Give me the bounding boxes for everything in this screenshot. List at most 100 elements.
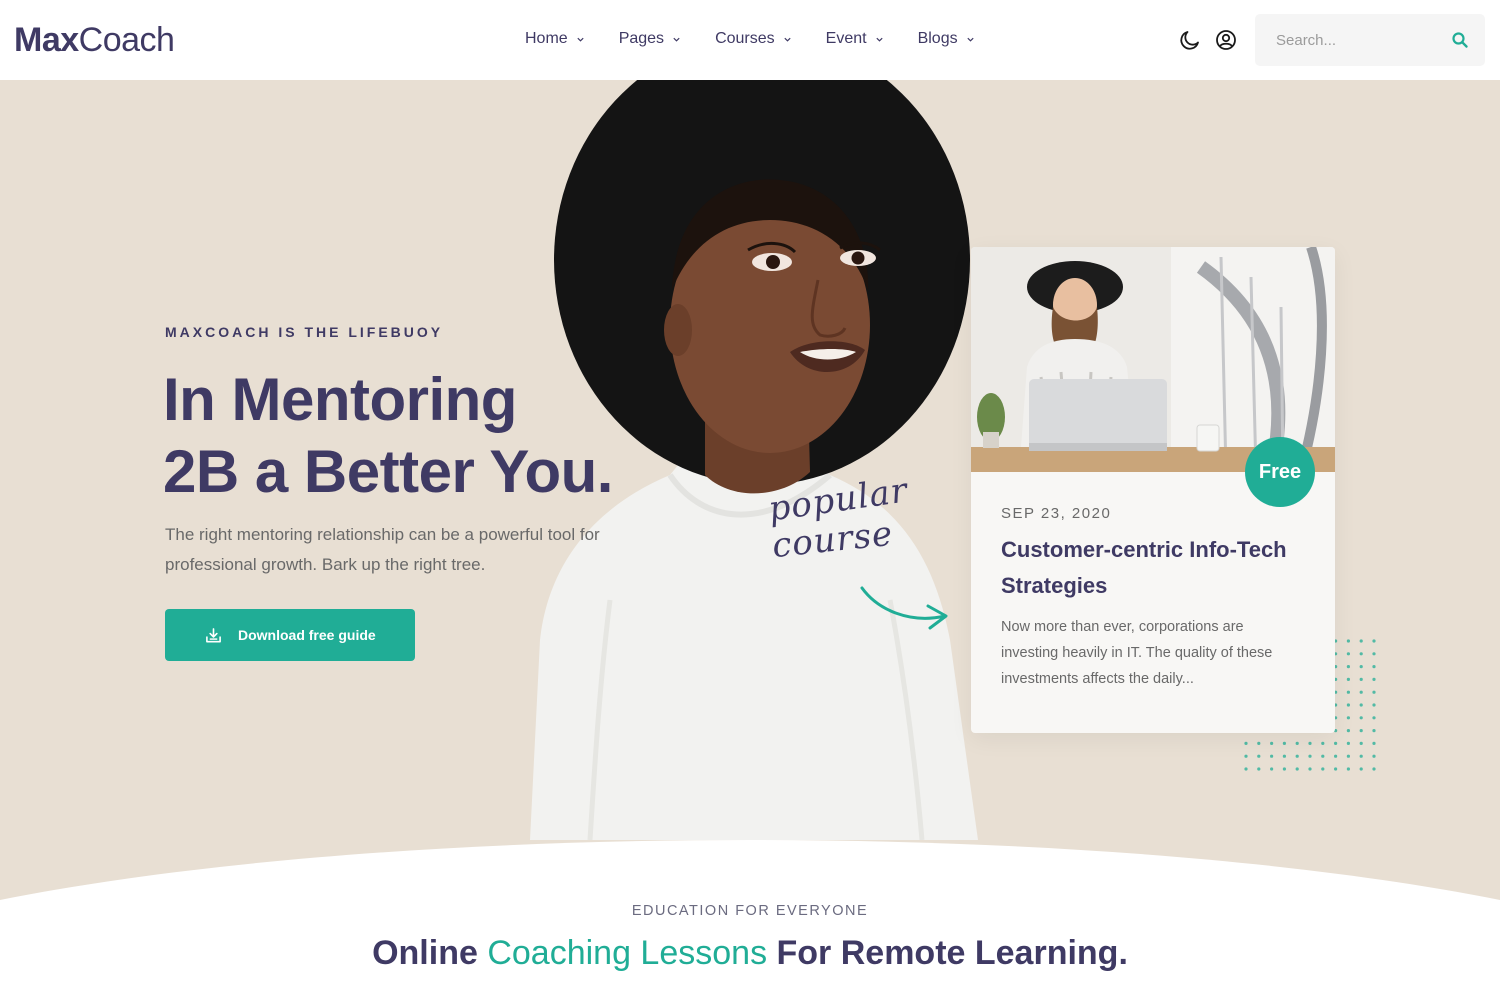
- dot: [1372, 665, 1376, 669]
- course-card[interactable]: Free SEP 23, 2020 Customer-centric Info-…: [971, 247, 1335, 733]
- dot: [1372, 652, 1376, 656]
- chevron-down-icon: [784, 37, 791, 42]
- section-headline: Online Coaching Lessons For Remote Learn…: [0, 934, 1500, 973]
- course-date: SEP 23, 2020: [1001, 505, 1112, 522]
- course-title[interactable]: Customer-centric Info-Tech Strategies: [1001, 532, 1301, 604]
- nav-item-label: Courses: [715, 30, 775, 47]
- dot: [1346, 729, 1350, 733]
- moon-icon[interactable]: [1178, 28, 1202, 52]
- site-header: MaxCoach Home Pages Courses Event Blogs: [0, 0, 1500, 80]
- headline-part1: Online: [372, 934, 488, 972]
- dot: [1359, 690, 1363, 694]
- dot: [1346, 665, 1350, 669]
- dot: [1270, 741, 1274, 745]
- dot: [1346, 716, 1350, 720]
- dot: [1295, 767, 1299, 771]
- arrow-icon: [860, 586, 948, 630]
- nav-item-label: Event: [825, 30, 867, 47]
- dot: [1244, 767, 1248, 771]
- download-guide-button[interactable]: Download free guide: [165, 609, 415, 661]
- dot: [1359, 665, 1363, 669]
- nav-item-pages[interactable]: Pages: [619, 28, 681, 50]
- dot: [1346, 652, 1350, 656]
- dot: [1334, 754, 1338, 758]
- dot: [1359, 677, 1363, 681]
- dot: [1372, 741, 1376, 745]
- dot: [1372, 716, 1376, 720]
- dot: [1372, 754, 1376, 758]
- dot: [1359, 652, 1363, 656]
- nav-item-label: Pages: [618, 30, 665, 47]
- dot: [1244, 741, 1248, 745]
- dot: [1270, 754, 1274, 758]
- user-icon[interactable]: [1214, 28, 1238, 52]
- nav-item-blogs[interactable]: Blogs: [918, 28, 975, 50]
- dot: [1372, 690, 1376, 694]
- headline-accent: Coaching Lessons: [487, 934, 768, 972]
- dot: [1257, 767, 1261, 771]
- dot: [1346, 690, 1350, 694]
- nav-item-home[interactable]: Home: [525, 28, 585, 50]
- dot: [1257, 741, 1261, 745]
- dot: [1282, 754, 1286, 758]
- dot: [1295, 741, 1299, 745]
- dot: [1372, 729, 1376, 733]
- course-excerpt: Now more than ever, corporations are inv…: [1001, 619, 1273, 687]
- search-box: [1255, 14, 1485, 66]
- dot: [1372, 703, 1376, 707]
- site-logo[interactable]: MaxCoach: [14, 20, 175, 60]
- section-eyebrow: EDUCATION FOR EVERYONE: [631, 903, 869, 919]
- free-badge: Free: [1245, 437, 1315, 507]
- chevron-down-icon: [673, 37, 680, 42]
- nav-item-label: Blogs: [917, 30, 958, 47]
- download-guide-label: Download free guide: [238, 627, 376, 643]
- dot: [1346, 677, 1350, 681]
- dot: [1321, 741, 1325, 745]
- dot: [1308, 741, 1312, 745]
- dot: [1282, 767, 1286, 771]
- dot: [1321, 754, 1325, 758]
- dot: [1282, 741, 1286, 745]
- nav-item-event[interactable]: Event: [826, 28, 884, 50]
- hero-lead: The right mentoring relationship can be …: [165, 525, 600, 574]
- dot: [1244, 754, 1248, 758]
- nav-item-label: Home: [525, 30, 568, 47]
- main-nav: Home Pages Courses Event Blogs: [525, 28, 1009, 50]
- dot: [1359, 639, 1363, 643]
- dot: [1372, 677, 1376, 681]
- chevron-down-icon: [875, 37, 883, 42]
- hero-title-line1: In Mentoring: [163, 366, 517, 433]
- search-icon[interactable]: [1451, 31, 1469, 49]
- dot: [1346, 767, 1350, 771]
- dot: [1359, 703, 1363, 707]
- dot: [1334, 767, 1338, 771]
- dot: [1321, 767, 1325, 771]
- dot: [1346, 754, 1350, 758]
- dot: [1308, 767, 1312, 771]
- chevron-down-icon: [577, 37, 584, 42]
- hero-title-line2: 2B a Better You.: [163, 438, 613, 505]
- hero-title: In Mentoring 2B a Better You.: [163, 364, 683, 508]
- dot: [1372, 639, 1376, 643]
- search-input[interactable]: [1255, 14, 1445, 66]
- dot: [1359, 767, 1363, 771]
- dot: [1359, 729, 1363, 733]
- dot: [1372, 767, 1376, 771]
- nav-item-courses[interactable]: Courses: [715, 28, 792, 50]
- hero-section: popular course MAXCOACH IS THE LIFEBUOY …: [0, 80, 1500, 1000]
- dot: [1359, 741, 1363, 745]
- download-icon: [206, 627, 221, 642]
- headline-part2: For Remote Learning.: [767, 934, 1128, 972]
- dot: [1346, 703, 1350, 707]
- chevron-down-icon: [966, 37, 974, 42]
- dot: [1346, 639, 1350, 643]
- dot: [1308, 754, 1312, 758]
- dot: [1334, 741, 1338, 745]
- dot: [1346, 741, 1350, 745]
- hero-eyebrow: MAXCOACH IS THE LIFEBUOY: [165, 324, 444, 340]
- dot: [1270, 767, 1274, 771]
- dot: [1359, 754, 1363, 758]
- dot: [1295, 754, 1299, 758]
- dot: [1359, 716, 1363, 720]
- dot: [1257, 754, 1261, 758]
